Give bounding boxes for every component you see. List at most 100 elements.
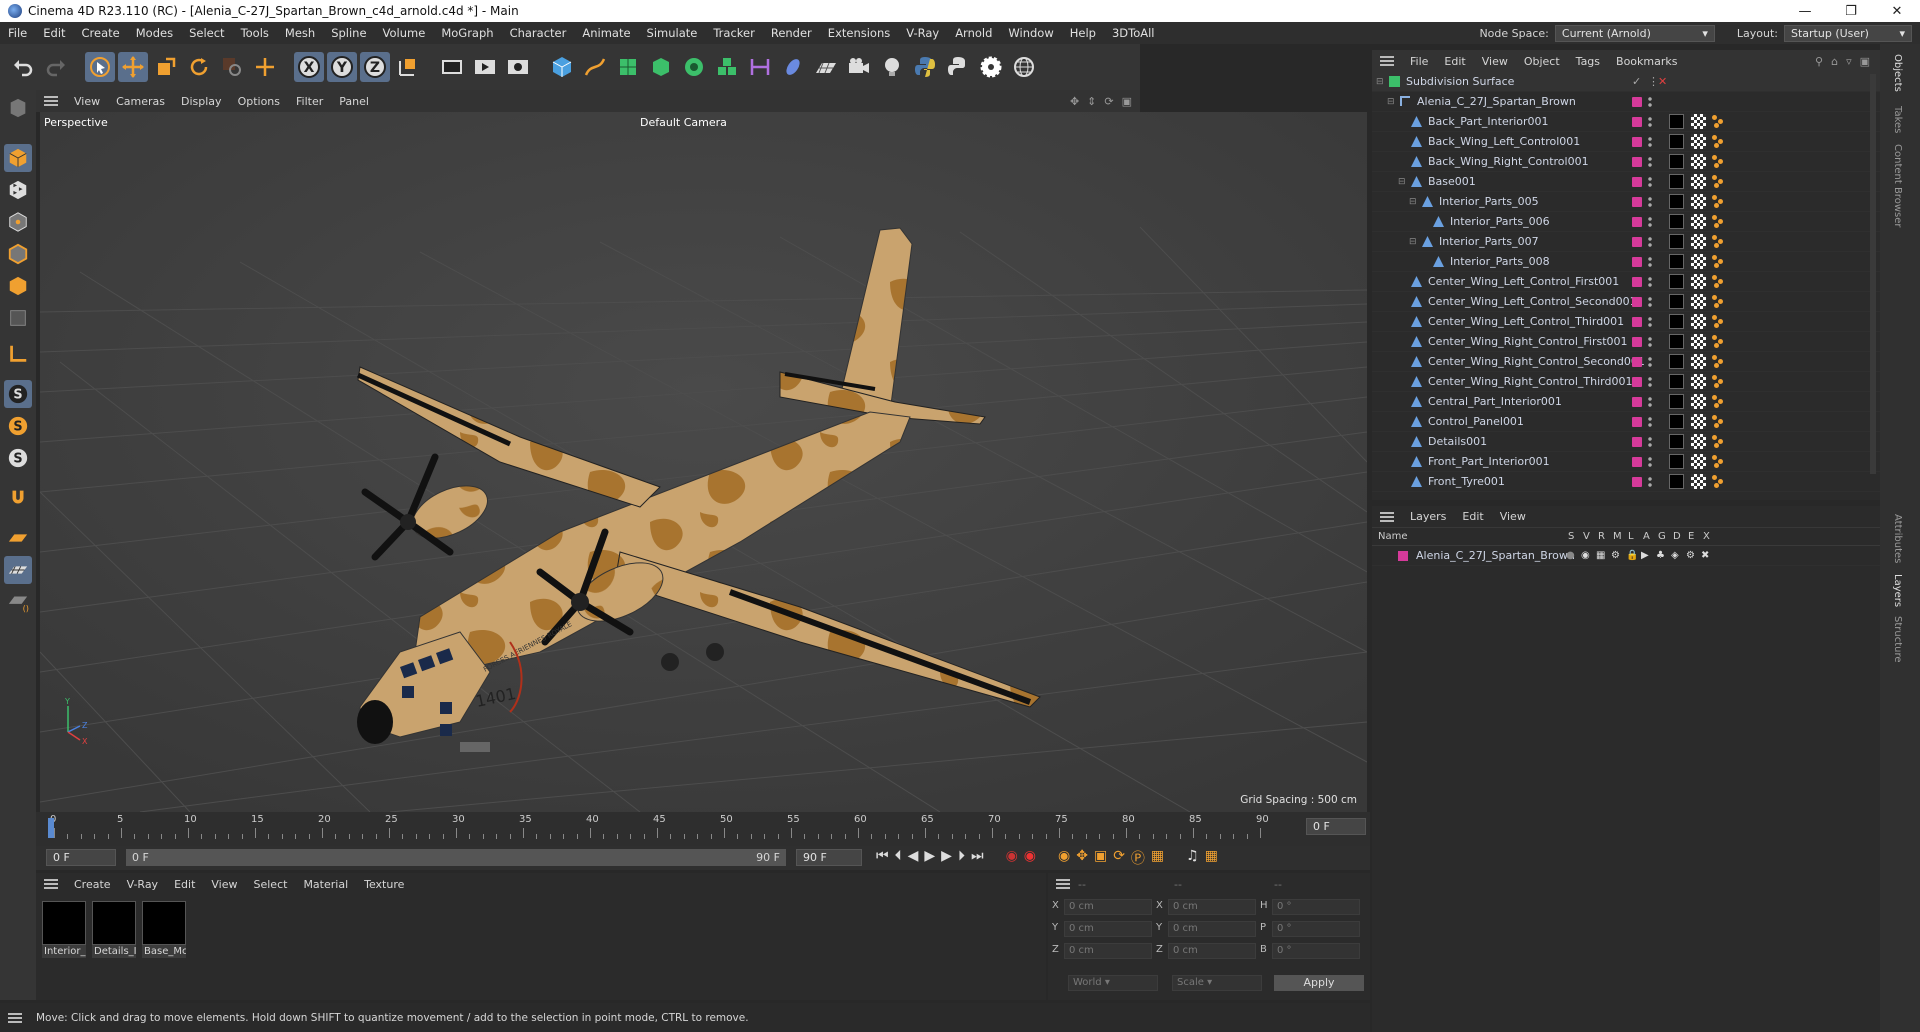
menu-tracker[interactable]: Tracker bbox=[705, 26, 763, 40]
object-row[interactable]: Details001 bbox=[1372, 432, 1880, 452]
expand-toggle-icon[interactable]: ⊟ bbox=[1409, 197, 1419, 207]
material-tag-icon[interactable] bbox=[1669, 334, 1684, 349]
xref-icon[interactable]: ✖ bbox=[1701, 550, 1709, 561]
recent-tools-icon[interactable] bbox=[217, 52, 247, 82]
object-row[interactable]: ⊟ Base001 bbox=[1372, 172, 1880, 192]
layer-color-swatch[interactable] bbox=[1632, 96, 1642, 107]
object-row[interactable]: Control_Panel001 bbox=[1372, 412, 1880, 432]
tab-layers[interactable]: Layers bbox=[1892, 574, 1903, 607]
object-row[interactable]: Front_Part_Interior001 bbox=[1372, 452, 1880, 472]
snap-enable-icon[interactable]: S bbox=[4, 380, 32, 408]
visible-eye-icon[interactable]: ◉ bbox=[1581, 550, 1590, 561]
animation-icon[interactable]: ▶ bbox=[1641, 550, 1649, 561]
phong-tag-icon[interactable] bbox=[1712, 414, 1726, 429]
material-menu-texture[interactable]: Texture bbox=[356, 878, 412, 891]
workplane-icon[interactable] bbox=[4, 524, 32, 552]
phong-tag-icon[interactable] bbox=[1712, 314, 1726, 329]
next-frame-icon[interactable]: ▶ bbox=[941, 848, 952, 868]
world-select[interactable]: World ▾ bbox=[1068, 975, 1158, 991]
material-swatch[interactable]: Base_Mc bbox=[142, 901, 186, 958]
visibility-dots-icon[interactable] bbox=[1648, 135, 1652, 148]
expand-toggle-icon[interactable]: ⊟ bbox=[1398, 177, 1408, 187]
texture-tag-icon[interactable] bbox=[1691, 194, 1706, 209]
mograph-icon[interactable] bbox=[712, 52, 742, 82]
viewport-menu-view[interactable]: View bbox=[66, 95, 108, 108]
object-menu-tags[interactable]: Tags bbox=[1568, 55, 1608, 68]
visibility-dots-icon[interactable] bbox=[1648, 415, 1652, 428]
visibility-dots-icon[interactable] bbox=[1648, 235, 1652, 248]
visibility-dots-icon[interactable] bbox=[1648, 375, 1652, 388]
node-space-select[interactable]: Current (Arnold) ▾ bbox=[1554, 24, 1715, 42]
object-menu-bookmarks[interactable]: Bookmarks bbox=[1608, 55, 1685, 68]
hamburger-icon[interactable] bbox=[1380, 56, 1394, 66]
hamburger-icon[interactable] bbox=[8, 1012, 22, 1023]
coord-value-field[interactable]: 0 ° bbox=[1272, 899, 1360, 915]
python-icon[interactable] bbox=[910, 52, 940, 82]
edit-check-icon[interactable]: ✓ bbox=[1632, 75, 1641, 88]
record-keys-icon[interactable]: ◉ bbox=[1006, 848, 1018, 868]
object-row[interactable]: ⊟ Subdivision Surface ✓ ⋮ ✕ bbox=[1372, 72, 1880, 92]
visibility-dots-icon[interactable] bbox=[1648, 355, 1652, 368]
layer-color-swatch[interactable] bbox=[1632, 476, 1642, 487]
phong-tag-icon[interactable] bbox=[1712, 354, 1726, 369]
coord-value-field[interactable]: 0 cm bbox=[1064, 899, 1152, 915]
deformer-icon[interactable] bbox=[745, 52, 775, 82]
cube-object-icon[interactable] bbox=[547, 52, 577, 82]
menu-extensions[interactable]: Extensions bbox=[820, 26, 898, 40]
material-tag-icon[interactable] bbox=[1669, 154, 1684, 169]
material-swatch[interactable]: Details_I bbox=[92, 901, 136, 958]
key-selection-icon[interactable]: ◉ bbox=[1058, 848, 1070, 868]
layer-color-swatch[interactable] bbox=[1632, 436, 1642, 447]
coord-value-field[interactable]: 0 ° bbox=[1272, 943, 1360, 959]
visibility-dots-icon[interactable] bbox=[1648, 215, 1652, 228]
material-menu-view[interactable]: View bbox=[203, 878, 245, 891]
texture-tag-icon[interactable] bbox=[1691, 174, 1706, 189]
layer-color-swatch[interactable] bbox=[1632, 256, 1642, 267]
material-tag-icon[interactable] bbox=[1669, 454, 1684, 469]
expand-toggle-icon[interactable]: ⊟ bbox=[1376, 77, 1386, 87]
viewport-menu-filter[interactable]: Filter bbox=[288, 95, 331, 108]
texture-tag-icon[interactable] bbox=[1691, 134, 1706, 149]
manager-icon[interactable]: ⚙ bbox=[1611, 550, 1620, 561]
material-menu-edit[interactable]: Edit bbox=[166, 878, 203, 891]
material-tag-icon[interactable] bbox=[1669, 434, 1684, 449]
phong-tag-icon[interactable] bbox=[1712, 214, 1726, 229]
layer-menu-layers[interactable]: Layers bbox=[1402, 510, 1454, 523]
material-tag-icon[interactable] bbox=[1669, 294, 1684, 309]
edge-mode-icon[interactable] bbox=[4, 240, 32, 268]
zoom-icon[interactable]: ⇕ bbox=[1087, 95, 1096, 108]
texture-tag-icon[interactable] bbox=[1691, 374, 1706, 389]
menu-volume[interactable]: Volume bbox=[375, 26, 434, 40]
orbit-icon[interactable]: ⟳ bbox=[1104, 95, 1113, 108]
maximize-icon[interactable]: ❐ bbox=[1828, 0, 1874, 22]
object-menu-file[interactable]: File bbox=[1402, 55, 1436, 68]
menu-animate[interactable]: Animate bbox=[574, 26, 638, 40]
locked-workplane-icon[interactable]: () bbox=[4, 588, 32, 616]
make-editable-icon[interactable] bbox=[4, 94, 32, 122]
playhead-marker[interactable] bbox=[48, 818, 54, 838]
uv-mode-icon[interactable] bbox=[4, 304, 32, 332]
visibility-dots-icon[interactable] bbox=[1648, 455, 1652, 468]
render-icon[interactable]: ▦ bbox=[1596, 550, 1605, 561]
pan-icon[interactable]: ✥ bbox=[1070, 95, 1079, 108]
tab-structure[interactable]: Structure bbox=[1892, 616, 1903, 663]
live-selection-icon[interactable] bbox=[85, 52, 115, 82]
go-to-end-icon[interactable]: ⏭ bbox=[971, 848, 984, 868]
texture-tag-icon[interactable] bbox=[1691, 214, 1706, 229]
menu-simulate[interactable]: Simulate bbox=[639, 26, 706, 40]
object-scrollbar[interactable] bbox=[1870, 74, 1876, 474]
layer-color-swatch[interactable] bbox=[1632, 176, 1642, 187]
texture-tag-icon[interactable] bbox=[1691, 414, 1706, 429]
new-window-icon[interactable]: ▣ bbox=[1860, 55, 1870, 68]
texture-mode-icon[interactable] bbox=[4, 176, 32, 204]
z-axis-lock-icon[interactable]: Z bbox=[360, 52, 390, 82]
apply-button[interactable]: Apply bbox=[1274, 975, 1364, 991]
layer-color-swatch[interactable] bbox=[1632, 156, 1642, 167]
close-icon[interactable]: ✕ bbox=[1874, 0, 1920, 22]
object-row[interactable]: Front_Tyre001 bbox=[1372, 472, 1880, 492]
visibility-dots-icon[interactable] bbox=[1648, 195, 1652, 208]
layer-color-swatch[interactable] bbox=[1632, 296, 1642, 307]
hamburger-icon[interactable] bbox=[44, 879, 58, 889]
coord-value-field[interactable]: 0 ° bbox=[1272, 921, 1360, 937]
lock-icon[interactable]: 🔒 bbox=[1626, 550, 1638, 561]
